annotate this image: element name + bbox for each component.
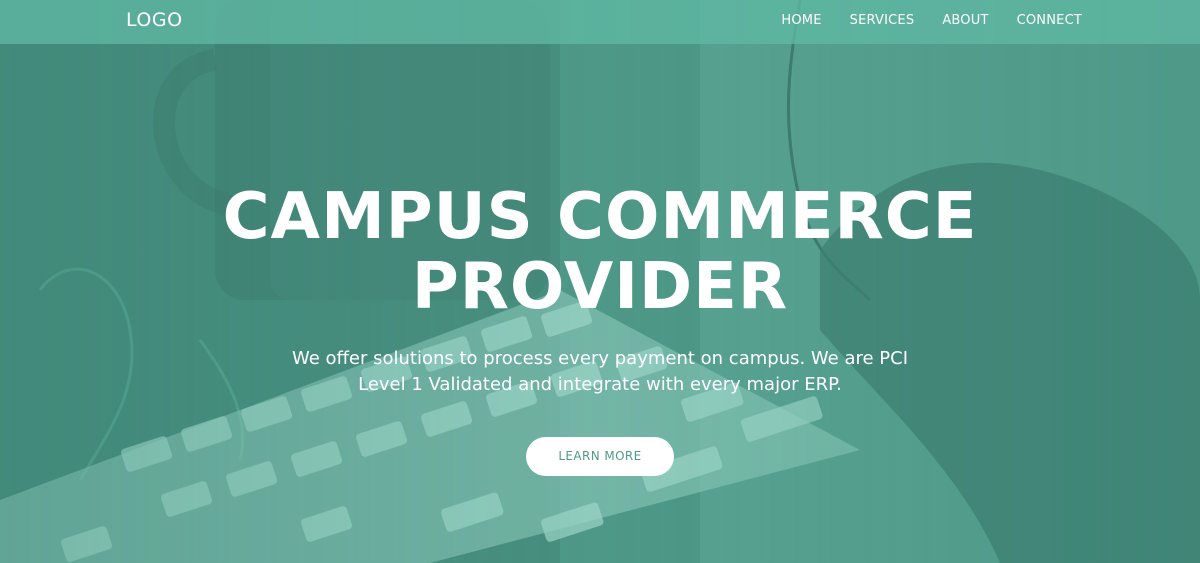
hero-title-line1: CAMPUS COMMERCE [222, 180, 978, 254]
hero-title-line2: PROVIDER [411, 250, 789, 324]
nav-link-connect[interactable]: CONNECT [1017, 13, 1082, 28]
nav-link-home[interactable]: HOME [781, 13, 821, 28]
nav-link-about[interactable]: ABOUT [942, 13, 988, 28]
hero-title: CAMPUS COMMERCE PROVIDER [0, 182, 1200, 322]
top-navbar: LOGO HOME SERVICES ABOUT CONNECT [0, 0, 1200, 44]
site-logo[interactable]: LOGO [126, 9, 183, 31]
hero-subtitle: We offer solutions to process every paym… [291, 348, 909, 395]
nav-link-services[interactable]: SERVICES [850, 13, 915, 28]
main-nav: HOME SERVICES ABOUT CONNECT [781, 13, 1082, 28]
hero-section: LOGO HOME SERVICES ABOUT CONNECT CAMPUS … [0, 0, 1200, 563]
learn-more-button[interactable]: LEARN MORE [526, 437, 674, 476]
